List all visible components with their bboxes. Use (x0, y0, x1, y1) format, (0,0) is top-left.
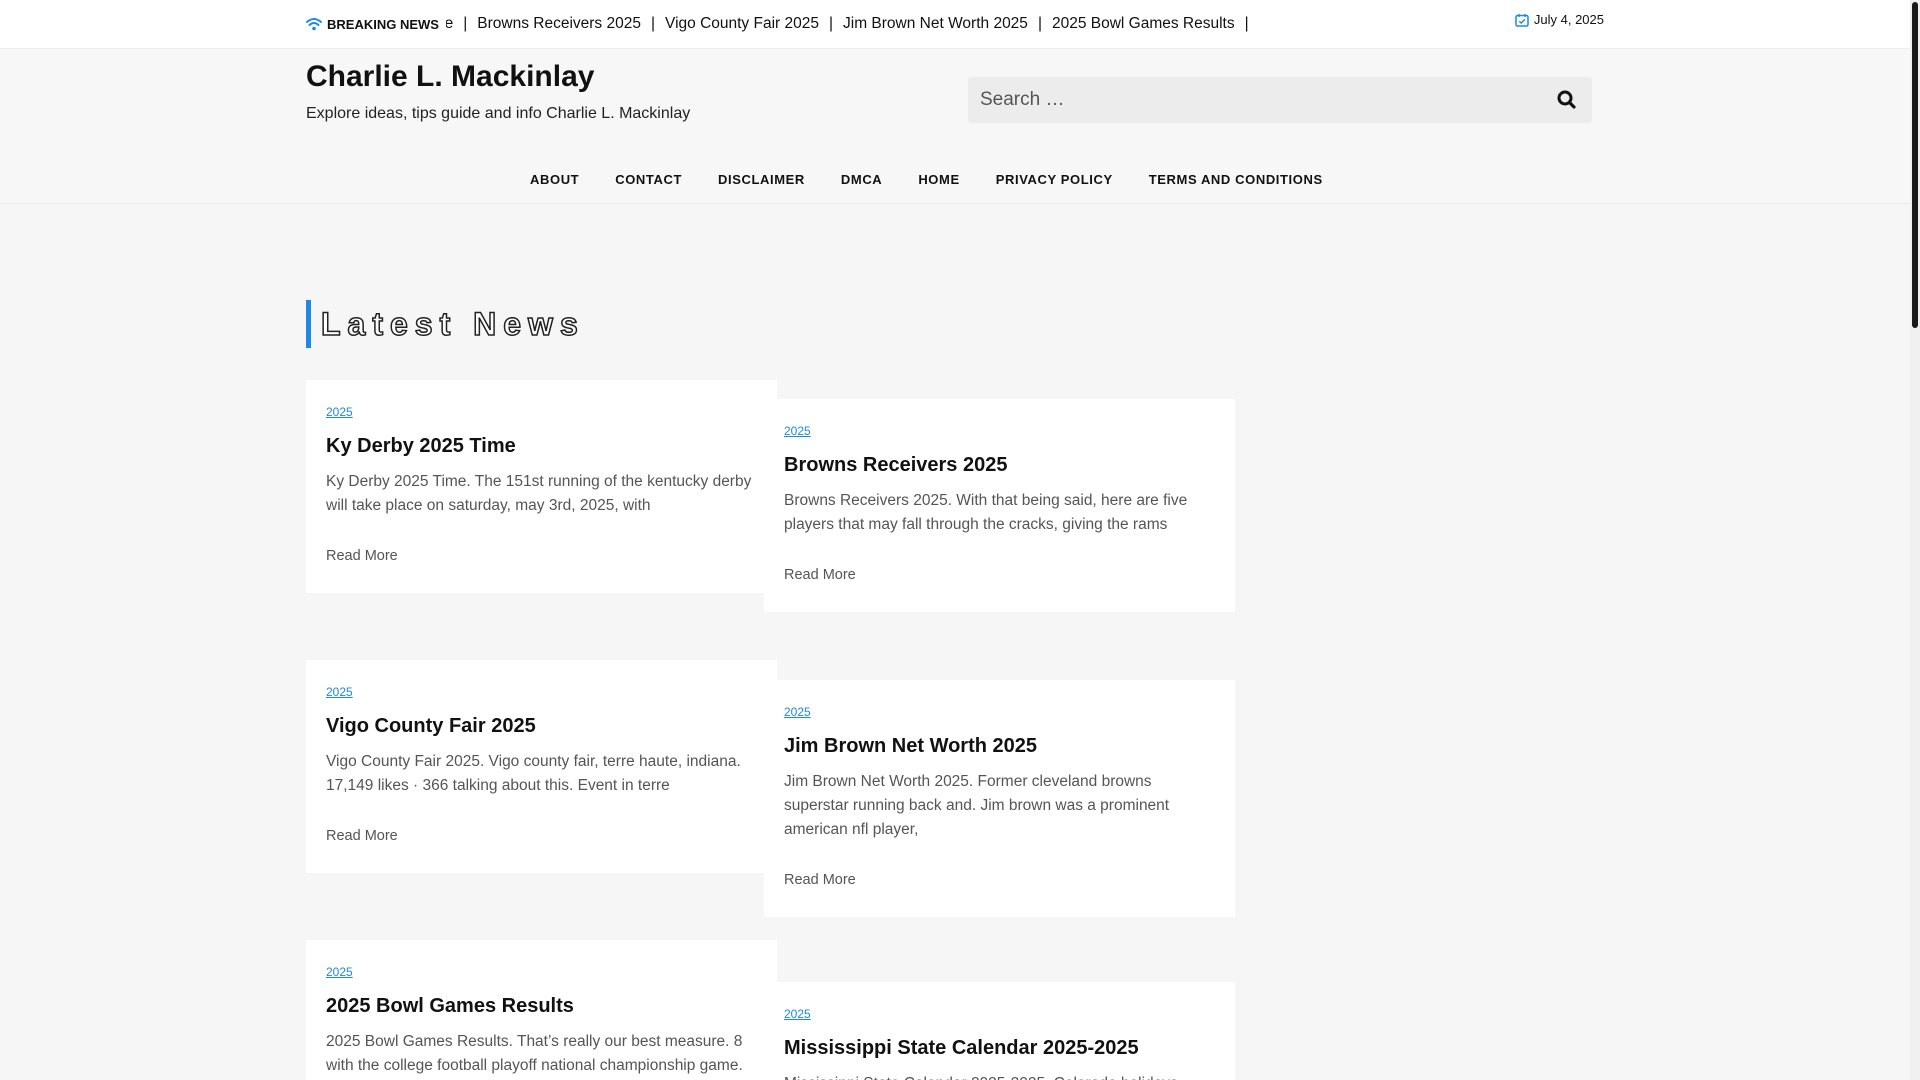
ticker-separator: | (650, 15, 656, 32)
current-date: July 4, 2025 (1515, 12, 1604, 27)
post-title[interactable]: 2025 Bowl Games Results (326, 994, 757, 1018)
nav-item-home[interactable]: HOME (918, 172, 959, 187)
post-title[interactable]: Ky Derby 2025 Time (326, 434, 757, 458)
ticker-separator: | (463, 15, 468, 32)
nav-item-terms-and-conditions[interactable]: TERMS AND CONDITIONS (1149, 172, 1323, 187)
section-title: Latest News (306, 300, 585, 348)
breaking-news-label: BREAKING NEWS (306, 14, 445, 34)
post-title[interactable]: Mississippi State Calendar 2025-2025 (784, 1036, 1215, 1060)
post-category-link[interactable]: 2025 (326, 685, 757, 699)
calendar-check-icon (1515, 13, 1529, 27)
post-category-link[interactable]: 2025 (326, 965, 757, 979)
post-excerpt: Mississippi State Calendar 2025-2025. Co… (784, 1072, 1215, 1080)
top-bar: BREAKING NEWS ne | Browns Receivers 2025… (0, 0, 1910, 49)
post-title[interactable]: Vigo County Fair 2025 (326, 714, 757, 738)
post-excerpt: Ky Derby 2025 Time. The 151st running of… (326, 473, 752, 514)
post-card: 2025 Mississippi State Calendar 2025-202… (764, 982, 1235, 1080)
ticker-separator: | (828, 15, 833, 32)
search-icon (1557, 90, 1576, 109)
post-title[interactable]: Browns Receivers 2025 (784, 453, 1215, 477)
read-more-link[interactable]: Read More (784, 872, 1215, 888)
post-excerpt: Browns Receivers 2025. With that being s… (784, 492, 1188, 533)
ticker-item[interactable]: 2025 Bowl Games Results (1052, 12, 1235, 36)
scrollbar-thumb[interactable] (1912, 2, 1918, 328)
search-button[interactable] (1552, 85, 1582, 115)
ticker-item[interactable]: ne (446, 12, 453, 36)
search-form (968, 77, 1592, 123)
post-card: 2025 Jim Brown Net Worth 2025 Jim Brown … (764, 680, 1235, 917)
site-title[interactable]: Charlie L. Mackinlay (306, 60, 594, 94)
page-scrollbar[interactable] (1910, 0, 1920, 1080)
site-description: Explore ideas, tips guide and info Charl… (306, 105, 691, 122)
read-more-link[interactable]: Read More (326, 828, 757, 844)
post-card: 2025 Browns Receivers 2025 Browns Receiv… (764, 399, 1235, 612)
post-title[interactable]: Jim Brown Net Worth 2025 (784, 734, 1215, 758)
search-input[interactable] (968, 77, 1528, 123)
ticker-item[interactable]: Vigo County Fair 2025 (665, 12, 819, 36)
ticker-separator: | (1244, 15, 1249, 32)
post-category-link[interactable]: 2025 (784, 1007, 1215, 1021)
nav-item-privacy-policy[interactable]: PRIVACY POLICY (996, 172, 1113, 187)
post-card: 2025 Vigo County Fair 2025 Vigo County F… (306, 660, 777, 873)
post-category-link[interactable]: 2025 (784, 705, 1215, 719)
post-card: 2025 Ky Derby 2025 Time Ky Derby 2025 Ti… (306, 380, 777, 593)
ticker-item[interactable]: Jim Brown Net Worth 2025 (843, 12, 1028, 36)
nav-item-contact[interactable]: CONTACT (615, 172, 682, 187)
post-category-link[interactable]: 2025 (326, 405, 757, 419)
post-card: 2025 2025 Bowl Games Results 2025 Bowl G… (306, 940, 777, 1080)
read-more-link[interactable]: Read More (784, 567, 1215, 583)
read-more-link[interactable]: Read More (326, 548, 757, 564)
wifi-icon (306, 18, 322, 31)
nav-item-about[interactable]: ABOUT (530, 172, 579, 187)
ticker-separator: | (1037, 15, 1042, 32)
post-excerpt: 2025 Bowl Games Results. That’s really o… (326, 1033, 743, 1074)
post-excerpt: Jim Brown Net Worth 2025. Former clevela… (784, 773, 1170, 838)
nav-item-dmca[interactable]: DMCA (841, 172, 882, 187)
nav-item-disclaimer[interactable]: DISCLAIMER (718, 172, 805, 187)
post-excerpt: Vigo County Fair 2025. Vigo county fair,… (326, 753, 741, 794)
ticker-item[interactable]: Browns Receivers 2025 (477, 12, 641, 36)
main-navigation: ABOUT CONTACT DISCLAIMER DMCA HOME PRIVA… (0, 155, 1910, 204)
news-ticker: ne | Browns Receivers 2025 | Vigo County… (446, 12, 1576, 36)
post-category-link[interactable]: 2025 (784, 424, 1215, 438)
